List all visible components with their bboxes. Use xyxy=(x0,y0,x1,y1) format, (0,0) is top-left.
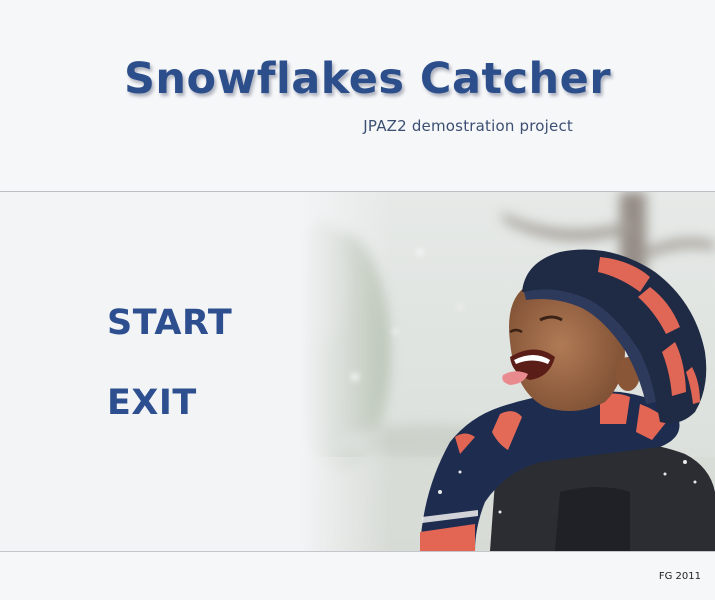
credit-text: FG 2011 xyxy=(658,571,701,582)
footer-bar xyxy=(0,552,715,600)
main-menu-panel xyxy=(0,192,715,551)
title-banner: Snowflakes Catcher JPAZ2 demostration pr… xyxy=(0,0,715,191)
start-button[interactable]: START xyxy=(107,303,232,343)
photo-fade-overlay xyxy=(300,192,390,551)
game-subtitle: JPAZ2 demostration project xyxy=(363,117,573,135)
exit-button[interactable]: EXIT xyxy=(107,383,197,423)
game-title: Snowflakes Catcher xyxy=(123,54,612,104)
child-catching-snowflakes-photo xyxy=(300,192,715,551)
